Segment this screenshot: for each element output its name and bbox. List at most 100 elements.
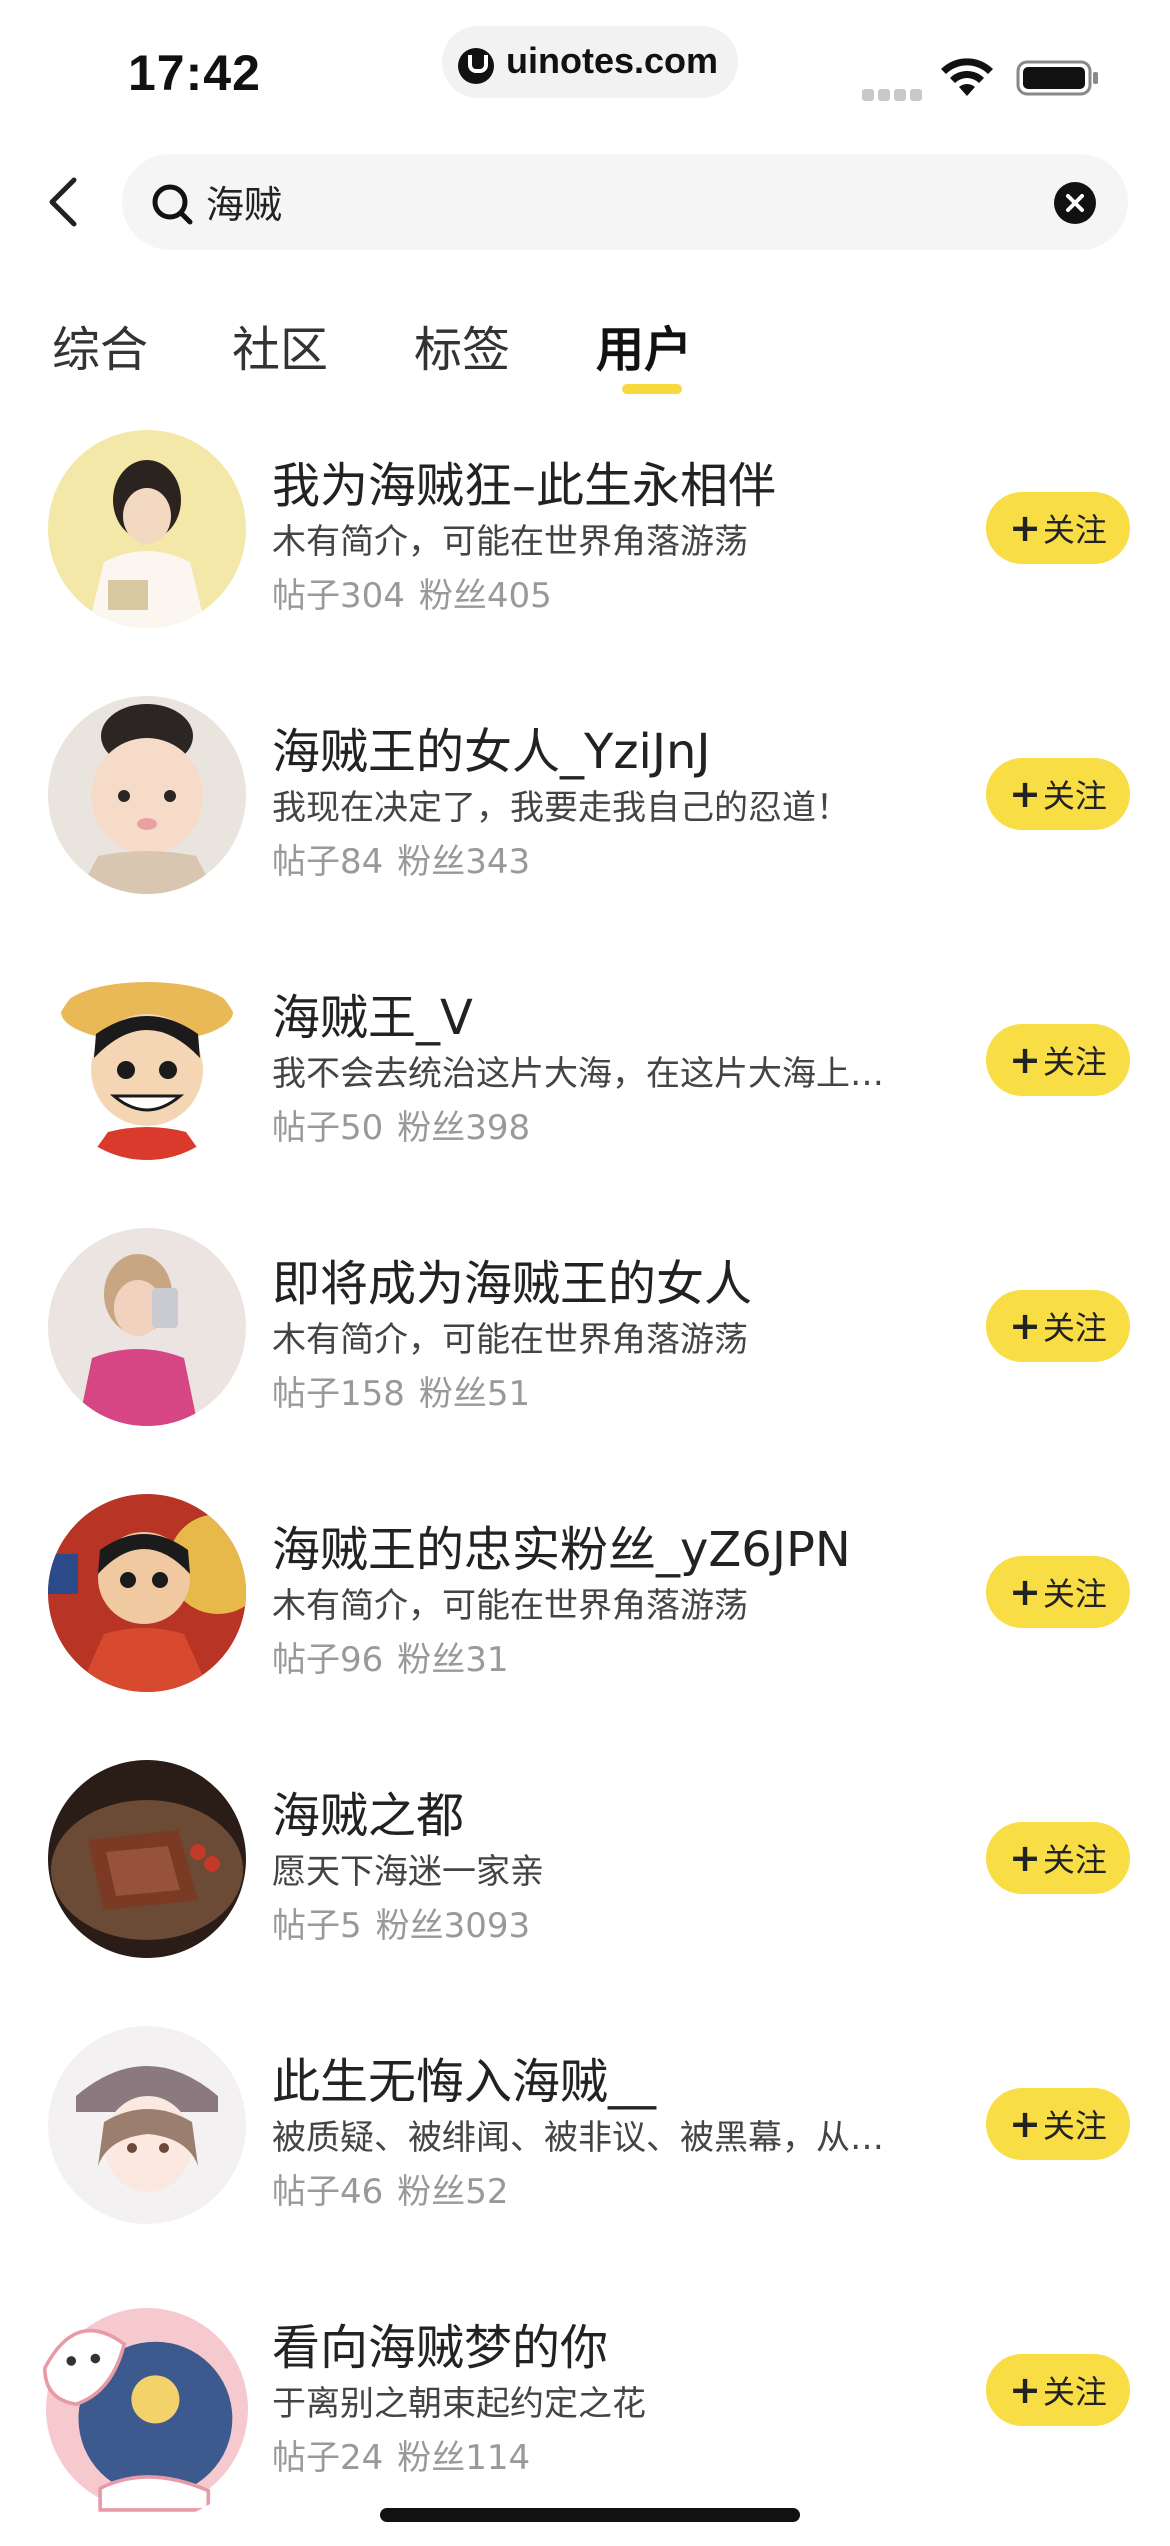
wifi-icon [941, 58, 993, 96]
fan-count: 粉丝3093 [375, 1906, 531, 1946]
plus-icon: + [1009, 1836, 1041, 1880]
user-name: 海贼王的忠实粉丝_yZ6JPN [272, 1522, 851, 1578]
follow-label: 关注 [1042, 2107, 1107, 2145]
follow-button[interactable]: + 关注 [986, 1290, 1130, 1362]
plus-icon: + [1009, 1570, 1041, 1614]
user-row[interactable]: 海贼之都 愿天下海迷一家亲 帖子5 粉丝3093 + 关注 [0, 1748, 1170, 2014]
post-count: 帖子50 [272, 1108, 384, 1148]
status-bar: 17:42 uinotes.com [0, 0, 1170, 140]
search-icon [152, 184, 193, 225]
fan-count: 粉丝405 [418, 576, 552, 616]
user-list: 我为海贼狂–此生永相伴 木有简介，可能在世界角落游荡 帖子304 粉丝405 + 关… [0, 418, 1170, 2546]
follow-button[interactable]: + 关注 [986, 1556, 1130, 1628]
user-name: 海贼之都 [272, 1788, 465, 1844]
avatar[interactable] [48, 2026, 246, 2224]
plus-icon: + [1009, 1304, 1041, 1348]
plus-icon: + [1009, 772, 1041, 816]
avatar[interactable] [48, 1760, 246, 1958]
user-bio: 木有简介，可能在世界角落游荡 [272, 522, 748, 562]
user-stats: 帖子158 粉丝51 [272, 1366, 544, 1415]
user-name: 海贼王_V [272, 990, 473, 1046]
user-bio: 我不会去统治这片大海，在这片大海上… [272, 1054, 884, 1094]
follow-label: 关注 [1042, 1575, 1107, 1613]
follow-button[interactable]: + 关注 [986, 758, 1130, 830]
fan-count: 粉丝343 [397, 842, 531, 882]
user-stats: 帖子84 粉丝343 [272, 834, 544, 883]
post-count: 帖子5 [272, 1906, 362, 1946]
user-stats: 帖子304 粉丝405 [272, 568, 566, 617]
follow-button[interactable]: + 关注 [986, 2354, 1130, 2426]
user-bio: 愿天下海迷一家亲 [272, 1852, 544, 1892]
tab-community[interactable]: 社区 [232, 310, 328, 380]
post-count: 帖子84 [272, 842, 384, 882]
follow-button[interactable]: + 关注 [986, 2088, 1130, 2160]
user-stats: 帖子5 粉丝3093 [272, 1898, 544, 1947]
uinotes-logo-icon [458, 48, 494, 84]
user-name: 看向海贼梦的你 [272, 2320, 609, 2376]
avatar[interactable] [48, 696, 246, 894]
follow-label: 关注 [1042, 2373, 1107, 2411]
user-row[interactable]: 海贼王的忠实粉丝_yZ6JPN 木有简介，可能在世界角落游荡 帖子96 粉丝31 … [0, 1482, 1170, 1748]
status-time: 17:42 [128, 45, 261, 101]
user-name: 海贼王的女人_YziJnJ [272, 724, 711, 780]
back-arrow-icon[interactable] [44, 174, 84, 230]
url-text: uinotes.com [506, 40, 719, 81]
avatar[interactable] [28, 2284, 266, 2522]
tab-bar: 综合 社区 标签 用户 [0, 300, 1170, 400]
avatar[interactable] [48, 1228, 246, 1426]
follow-button[interactable]: + 关注 [986, 1822, 1130, 1894]
plus-icon: + [1009, 506, 1041, 550]
user-bio: 木有简介，可能在世界角落游荡 [272, 1586, 748, 1626]
follow-label: 关注 [1042, 777, 1107, 815]
follow-label: 关注 [1042, 511, 1107, 549]
user-bio: 于离别之朝束起约定之花 [272, 2384, 646, 2424]
post-count: 帖子24 [272, 2438, 384, 2478]
fan-count: 粉丝51 [418, 1374, 531, 1414]
plus-icon: + [1009, 2368, 1041, 2412]
url-pill[interactable]: uinotes.com [442, 26, 738, 98]
tab-general[interactable]: 综合 [52, 310, 148, 380]
user-stats: 帖子50 粉丝398 [272, 1100, 544, 1149]
user-stats: 帖子96 粉丝31 [272, 1632, 523, 1681]
user-stats: 帖子46 粉丝52 [272, 2164, 523, 2213]
follow-label: 关注 [1042, 1309, 1107, 1347]
tab-users[interactable]: 用户 [596, 310, 692, 380]
search-input[interactable] [206, 170, 1026, 232]
user-bio: 我现在决定了，我要走我自己的忍道！ [272, 788, 850, 828]
avatar[interactable] [48, 1494, 246, 1692]
user-row[interactable]: 我为海贼狂–此生永相伴 木有简介，可能在世界角落游荡 帖子304 粉丝405 + 关… [0, 418, 1170, 684]
user-row[interactable]: 此生无悔入海贼__ 被质疑、被绯闻、被非议、被黑幕，从… 帖子46 粉丝52 + 关… [0, 2014, 1170, 2280]
follow-button[interactable]: + 关注 [986, 492, 1130, 564]
user-bio: 被质疑、被绯闻、被非议、被黑幕，从… [272, 2118, 884, 2158]
active-tab-indicator [622, 384, 682, 394]
follow-label: 关注 [1042, 1043, 1107, 1081]
fan-count: 粉丝114 [397, 2438, 531, 2478]
post-count: 帖子96 [272, 1640, 384, 1680]
battery-icon [1016, 60, 1098, 96]
user-stats: 帖子24 粉丝114 [272, 2430, 544, 2479]
post-count: 帖子46 [272, 2172, 384, 2212]
fan-count: 粉丝31 [397, 1640, 509, 1680]
user-row[interactable]: 海贼王_V 我不会去统治这片大海，在这片大海上… 帖子50 粉丝398 + 关注 [0, 950, 1170, 1216]
signal-icon [862, 86, 926, 101]
follow-label: 关注 [1042, 1841, 1107, 1879]
plus-icon: + [1009, 1038, 1041, 1082]
clear-icon[interactable] [1054, 182, 1096, 224]
user-row[interactable]: 海贼王的女人_YziJnJ 我现在决定了，我要走我自己的忍道！ 帖子84 粉丝34… [0, 684, 1170, 950]
avatar[interactable] [48, 430, 246, 628]
user-name: 我为海贼狂–此生永相伴 [272, 458, 777, 514]
post-count: 帖子304 [272, 576, 405, 616]
plus-icon: + [1009, 2102, 1041, 2146]
user-bio: 木有简介，可能在世界角落游荡 [272, 1320, 748, 1360]
home-indicator[interactable] [380, 2508, 800, 2522]
user-row[interactable]: 即将成为海贼王的女人 木有简介，可能在世界角落游荡 帖子158 粉丝51 + 关注 [0, 1216, 1170, 1482]
follow-button[interactable]: + 关注 [986, 1024, 1130, 1096]
user-name: 此生无悔入海贼__ [272, 2054, 657, 2110]
avatar[interactable] [48, 962, 246, 1160]
post-count: 帖子158 [272, 1374, 405, 1414]
tab-tags[interactable]: 标签 [414, 310, 510, 380]
user-row[interactable]: 看向海贼梦的你 于离别之朝束起约定之花 帖子24 粉丝114 + 关注 [0, 2280, 1170, 2546]
fan-count: 粉丝52 [397, 2172, 509, 2212]
fan-count: 粉丝398 [397, 1108, 531, 1148]
search-bar[interactable] [122, 154, 1128, 250]
